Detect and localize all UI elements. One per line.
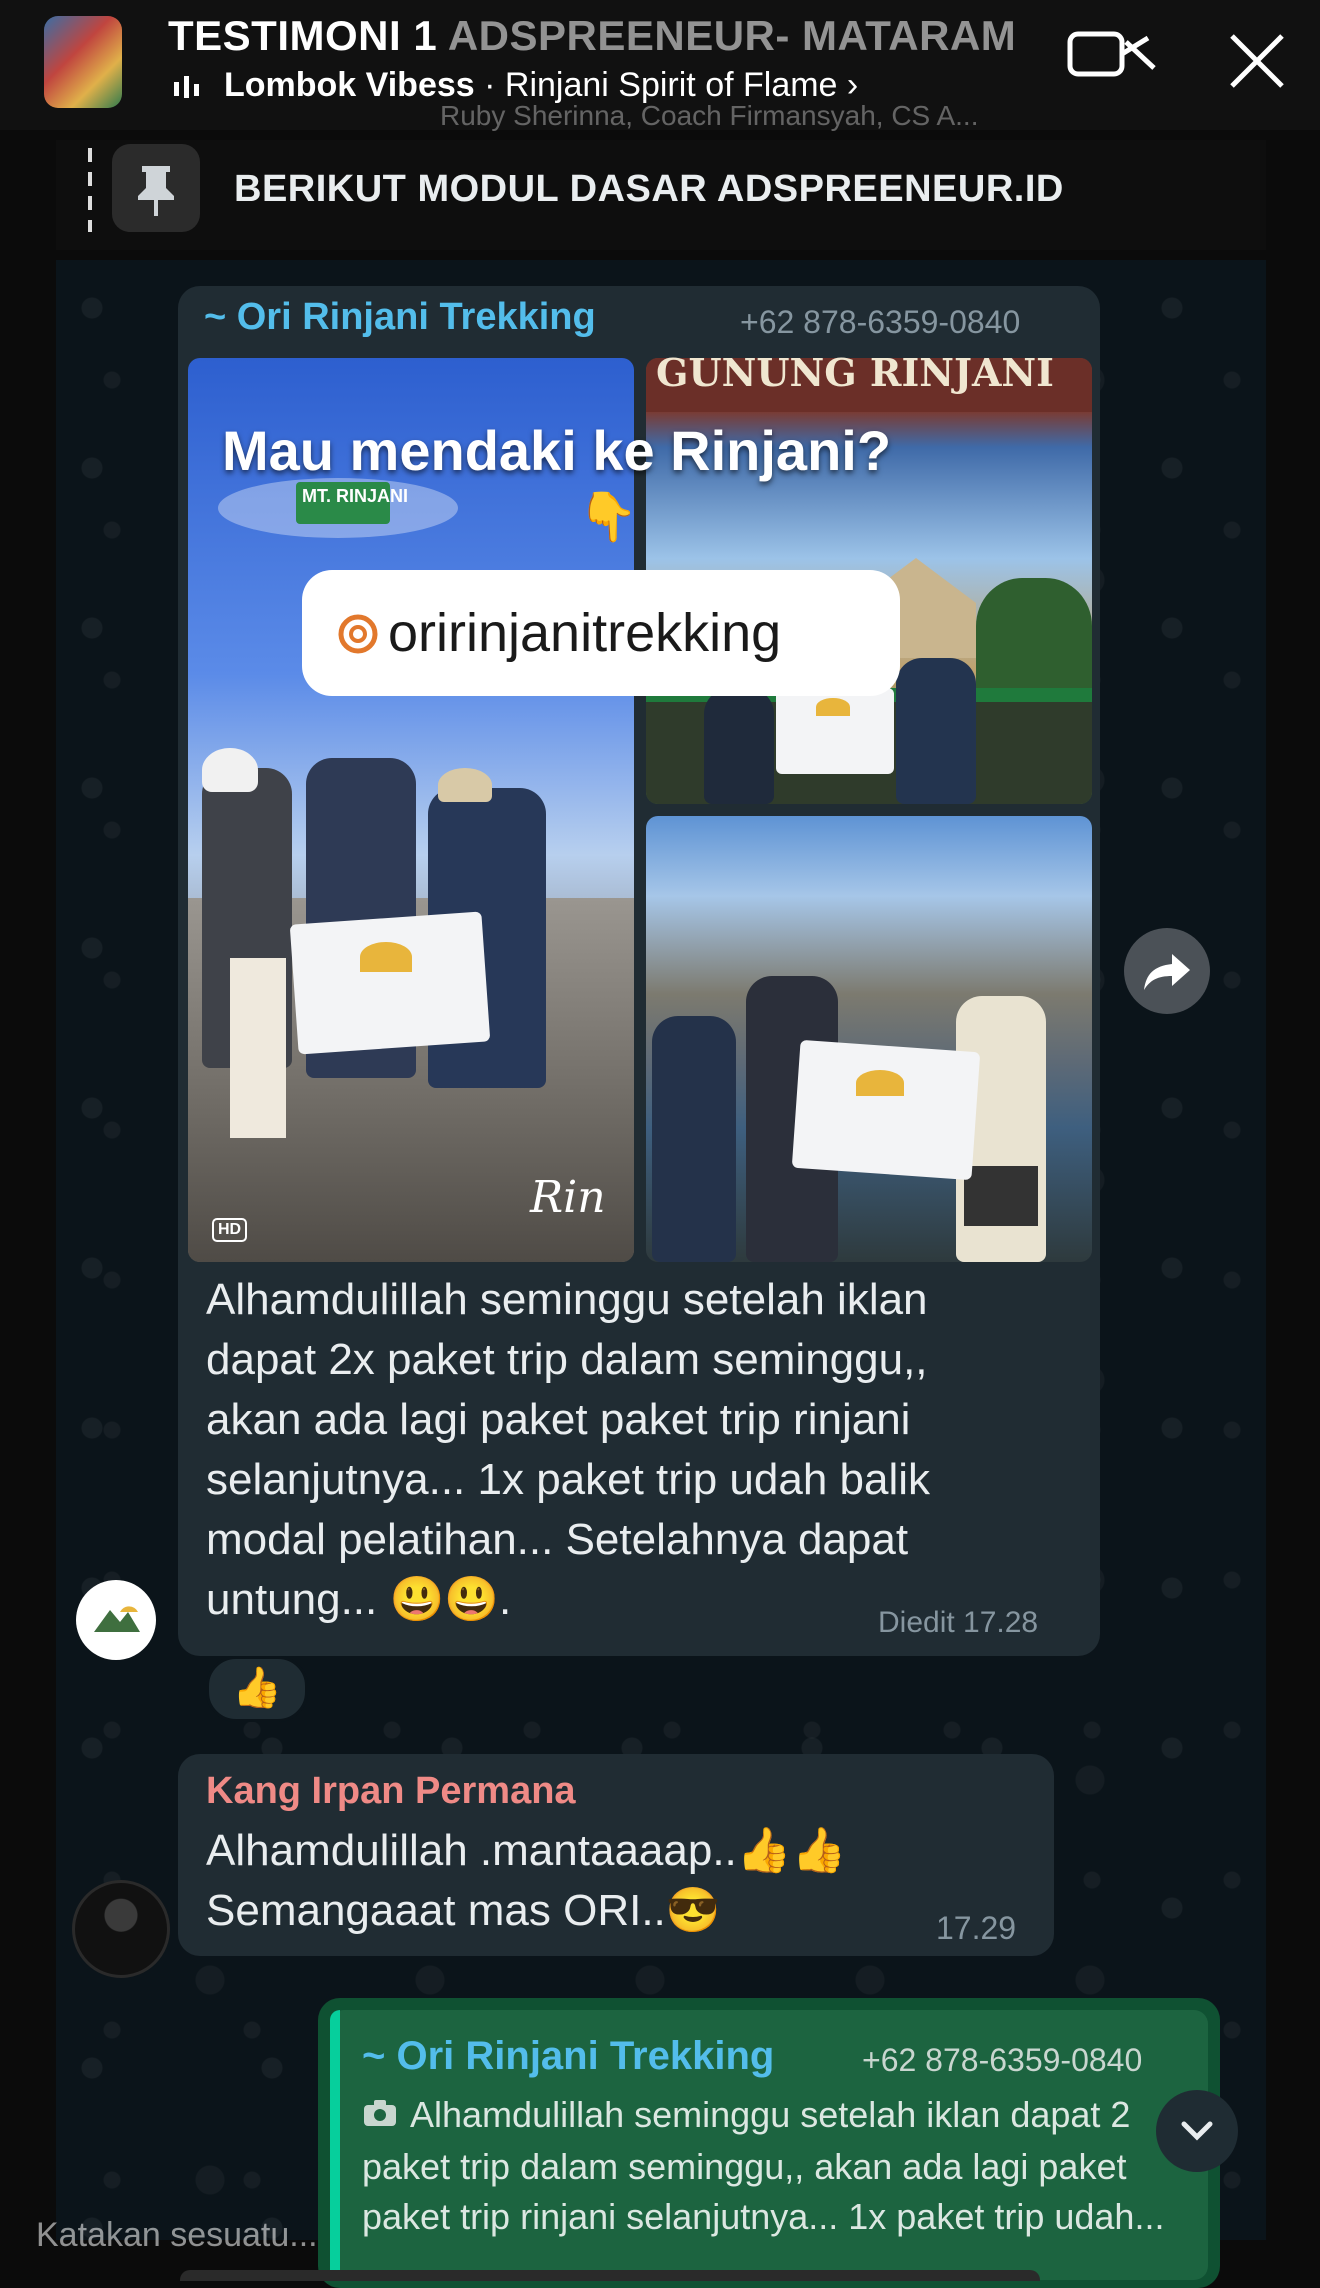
- quoted-phone: +62 878-6359-0840: [862, 2042, 1143, 2078]
- gate-sign-text: GUNUNG RINJANI: [656, 350, 1054, 395]
- sender-avatar[interactable]: [76, 1580, 156, 1660]
- story-title-main: TESTIMONI 1: [168, 12, 438, 59]
- sign-text: Rin: [530, 1172, 606, 1223]
- quote-accent-bar: [330, 2010, 340, 2280]
- music-artist: Lombok Vibess: [224, 66, 475, 104]
- point-down-emoji: 👇: [578, 491, 638, 544]
- quoted-sender: ~ Ori Rinjani Trekking: [362, 2034, 775, 2078]
- scroll-down-button[interactable]: [1156, 2090, 1238, 2172]
- message-text: Semangaaat mas ORI..😎: [206, 1886, 721, 1935]
- reply-bar[interactable]: [180, 2270, 1040, 2281]
- quoted-text: paket trip rinjani selanjutnya... 1x pak…: [362, 2196, 1165, 2237]
- sender-phone: +62 878-6359-0840: [740, 304, 1021, 340]
- share-icon: [1144, 954, 1190, 990]
- mute-icon[interactable]: [1066, 28, 1158, 80]
- message-time: Diedit 17.28: [878, 1606, 1039, 1639]
- music-bars-icon: [174, 76, 199, 98]
- reply-input[interactable]: Katakan sesuatu...: [36, 2216, 318, 2255]
- close-icon[interactable]: [1226, 30, 1288, 92]
- story-title: TESTIMONI 1 ADSPREENEUR- MATARAM: [168, 12, 1016, 60]
- summit-sign-text: MT. RINJANI: [302, 486, 409, 506]
- pin-icon: [112, 144, 200, 232]
- pinned-indicator: [88, 148, 92, 232]
- overlay-question: Mau mendaki ke Rinjani?: [222, 419, 892, 482]
- threads-icon: [338, 614, 378, 654]
- photo-lake[interactable]: [646, 816, 1092, 1262]
- reaction-badge[interactable]: 👍: [206, 1656, 308, 1722]
- ghost-subtitle: Ruby Sherinna, Coach Firmansyah, CS A...: [440, 100, 979, 131]
- music-track: · Rinjani Spirit of Flame ›: [484, 66, 859, 104]
- sender-name[interactable]: ~ Ori Rinjani Trekking: [204, 296, 596, 339]
- story-title-ghost: ADSPREENEUR- MATARAM: [447, 12, 1017, 59]
- handle-text: oririnjanitrekking: [388, 603, 782, 663]
- quoted-text: Alhamdulillah seminggu setelah iklan dap…: [410, 2094, 1131, 2135]
- message-time: 17.29: [936, 1910, 1017, 1946]
- forward-button[interactable]: [1124, 928, 1210, 1014]
- chevron-down-icon: [1181, 2121, 1213, 2141]
- story-avatar[interactable]: [44, 16, 122, 108]
- sender-name[interactable]: Kang Irpan Permana: [206, 1770, 576, 1813]
- message-text: Alhamdulillah .mantaaaap..👍👍: [206, 1826, 847, 1875]
- sender-avatar[interactable]: [72, 1880, 170, 1978]
- message-text: Alhamdulillah seminggu setelah iklan dap…: [206, 1275, 931, 1624]
- pinned-text: BERIKUT MODUL DASAR ADSPREENEUR.ID: [234, 168, 1064, 210]
- camera-icon: [364, 2100, 396, 2126]
- quoted-text: paket trip dalam seminggu,, akan ada lag…: [362, 2146, 1127, 2187]
- hd-badge: HD: [212, 1218, 248, 1242]
- photo-summit[interactable]: MT. RINJANI: [188, 358, 634, 1262]
